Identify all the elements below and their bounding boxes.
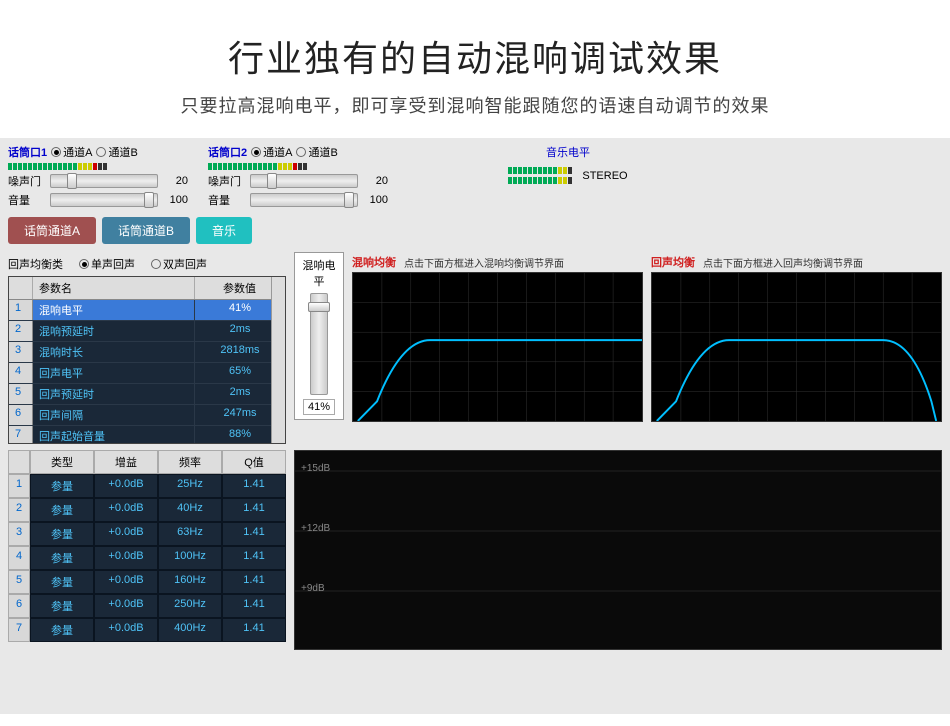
mic1-channel-a-radio[interactable]: 通道A: [51, 144, 92, 160]
param-table: 参数名 参数值 1混响电平41%2混响预延时2ms3混响时长2818ms4回声电…: [8, 276, 286, 444]
noise-gate-label: 噪声门: [8, 173, 44, 189]
eq-row[interactable]: 7参量+0.0dB400Hz1.41: [8, 618, 286, 642]
eq-row[interactable]: 5参量+0.0dB160Hz1.41: [8, 570, 286, 594]
mic2-volume-slider[interactable]: [250, 193, 358, 207]
reverb-eq-title: 混响均衡: [352, 254, 396, 270]
eq-table: 类型 增益 频率 Q值 1参量+0.0dB25Hz1.412参量+0.0dB40…: [8, 450, 286, 650]
mic1-volume-value: 100: [164, 194, 188, 206]
mic2-meter: [208, 163, 388, 170]
reverb-eq-graph[interactable]: [352, 272, 643, 422]
hero-subtitle: 只要拉高混响电平，即可享受到混响智能跟随您的语速自动调节的效果: [0, 92, 950, 118]
tab-mic-channel-a[interactable]: 话筒通道A: [8, 217, 96, 244]
echo-eq-graph[interactable]: [651, 272, 942, 422]
mic1-noise-gate-slider[interactable]: [50, 174, 158, 188]
param-row[interactable]: 1混响电平41%: [9, 300, 285, 321]
param-row[interactable]: 3混响时长2818ms: [9, 342, 285, 363]
eq-row[interactable]: 2参量+0.0dB40Hz1.41: [8, 498, 286, 522]
param-row[interactable]: 7回声起始音量88%: [9, 426, 285, 444]
mic1-meter: [8, 163, 188, 170]
main-eq-graph[interactable]: +15dB +12dB +9dB: [294, 450, 942, 650]
reverb-eq-hint: 点击下面方框进入混响均衡调节界面: [404, 255, 564, 270]
eq-q-header: Q值: [222, 450, 286, 474]
reverb-level-title: 混响电平: [299, 257, 339, 289]
tab-mic-channel-b[interactable]: 话筒通道B: [102, 217, 190, 244]
eq-gain-header: 增益: [94, 450, 158, 474]
mic1-volume-slider[interactable]: [50, 193, 158, 207]
mic2-channel-b-radio[interactable]: 通道B: [296, 144, 337, 160]
music-block: 音乐电平 STEREO: [468, 144, 668, 211]
eq-type-header: 类型: [30, 450, 94, 474]
reverb-level-slider[interactable]: [310, 293, 328, 395]
mic1-noise-gate-value: 20: [164, 175, 188, 187]
reverb-level-panel: 混响电平 41%: [294, 252, 344, 420]
mic2-block: 话筒口2 通道A 通道B 噪声门 20 音量 100: [208, 144, 388, 211]
db-label-15: +15dB: [301, 463, 330, 474]
param-row[interactable]: 6回声间隔247ms: [9, 405, 285, 426]
param-row[interactable]: 2混响预延时2ms: [9, 321, 285, 342]
mic2-label: 话筒口2: [208, 144, 247, 160]
echo-eq-type-label: 回声均衡类: [8, 256, 63, 272]
tab-music[interactable]: 音乐: [196, 217, 252, 244]
music-mode: STEREO: [582, 170, 627, 182]
mic1-channel-b-radio[interactable]: 通道B: [96, 144, 137, 160]
db-label-9: +9dB: [301, 583, 325, 594]
reverb-level-value: 41%: [303, 399, 335, 415]
volume-label: 音量: [8, 192, 44, 208]
music-meter-l: [508, 167, 572, 174]
dual-echo-radio[interactable]: 双声回声: [151, 256, 207, 272]
hero-title: 行业独有的自动混响调试效果: [0, 30, 950, 82]
eq-row[interactable]: 6参量+0.0dB250Hz1.41: [8, 594, 286, 618]
echo-eq-title: 回声均衡: [651, 254, 695, 270]
scrollbar[interactable]: [271, 277, 285, 443]
music-meter-r: [508, 177, 572, 184]
db-label-12: +12dB: [301, 523, 330, 534]
eq-row[interactable]: 4参量+0.0dB100Hz1.41: [8, 546, 286, 570]
mic1-block: 话筒口1 通道A 通道B 噪声门 20 音量 100: [8, 144, 188, 211]
eq-row[interactable]: 1参量+0.0dB25Hz1.41: [8, 474, 286, 498]
echo-eq-hint: 点击下面方框进入回声均衡调节界面: [703, 255, 863, 270]
mic2-channel-a-radio[interactable]: 通道A: [251, 144, 292, 160]
eq-row[interactable]: 3参量+0.0dB63Hz1.41: [8, 522, 286, 546]
audio-app: 话筒口1 通道A 通道B 噪声门 20 音量 100 话筒口2 通道A 通道B: [0, 138, 950, 714]
param-name-header: 参数名: [33, 277, 195, 299]
param-row[interactable]: 4回声电平65%: [9, 363, 285, 384]
single-echo-radio[interactable]: 单声回声: [79, 256, 135, 272]
music-level-label: 音乐电平: [468, 144, 668, 160]
eq-freq-header: 频率: [158, 450, 222, 474]
mic2-noise-gate-slider[interactable]: [250, 174, 358, 188]
param-row[interactable]: 5回声预延时2ms: [9, 384, 285, 405]
mic1-label: 话筒口1: [8, 144, 47, 160]
